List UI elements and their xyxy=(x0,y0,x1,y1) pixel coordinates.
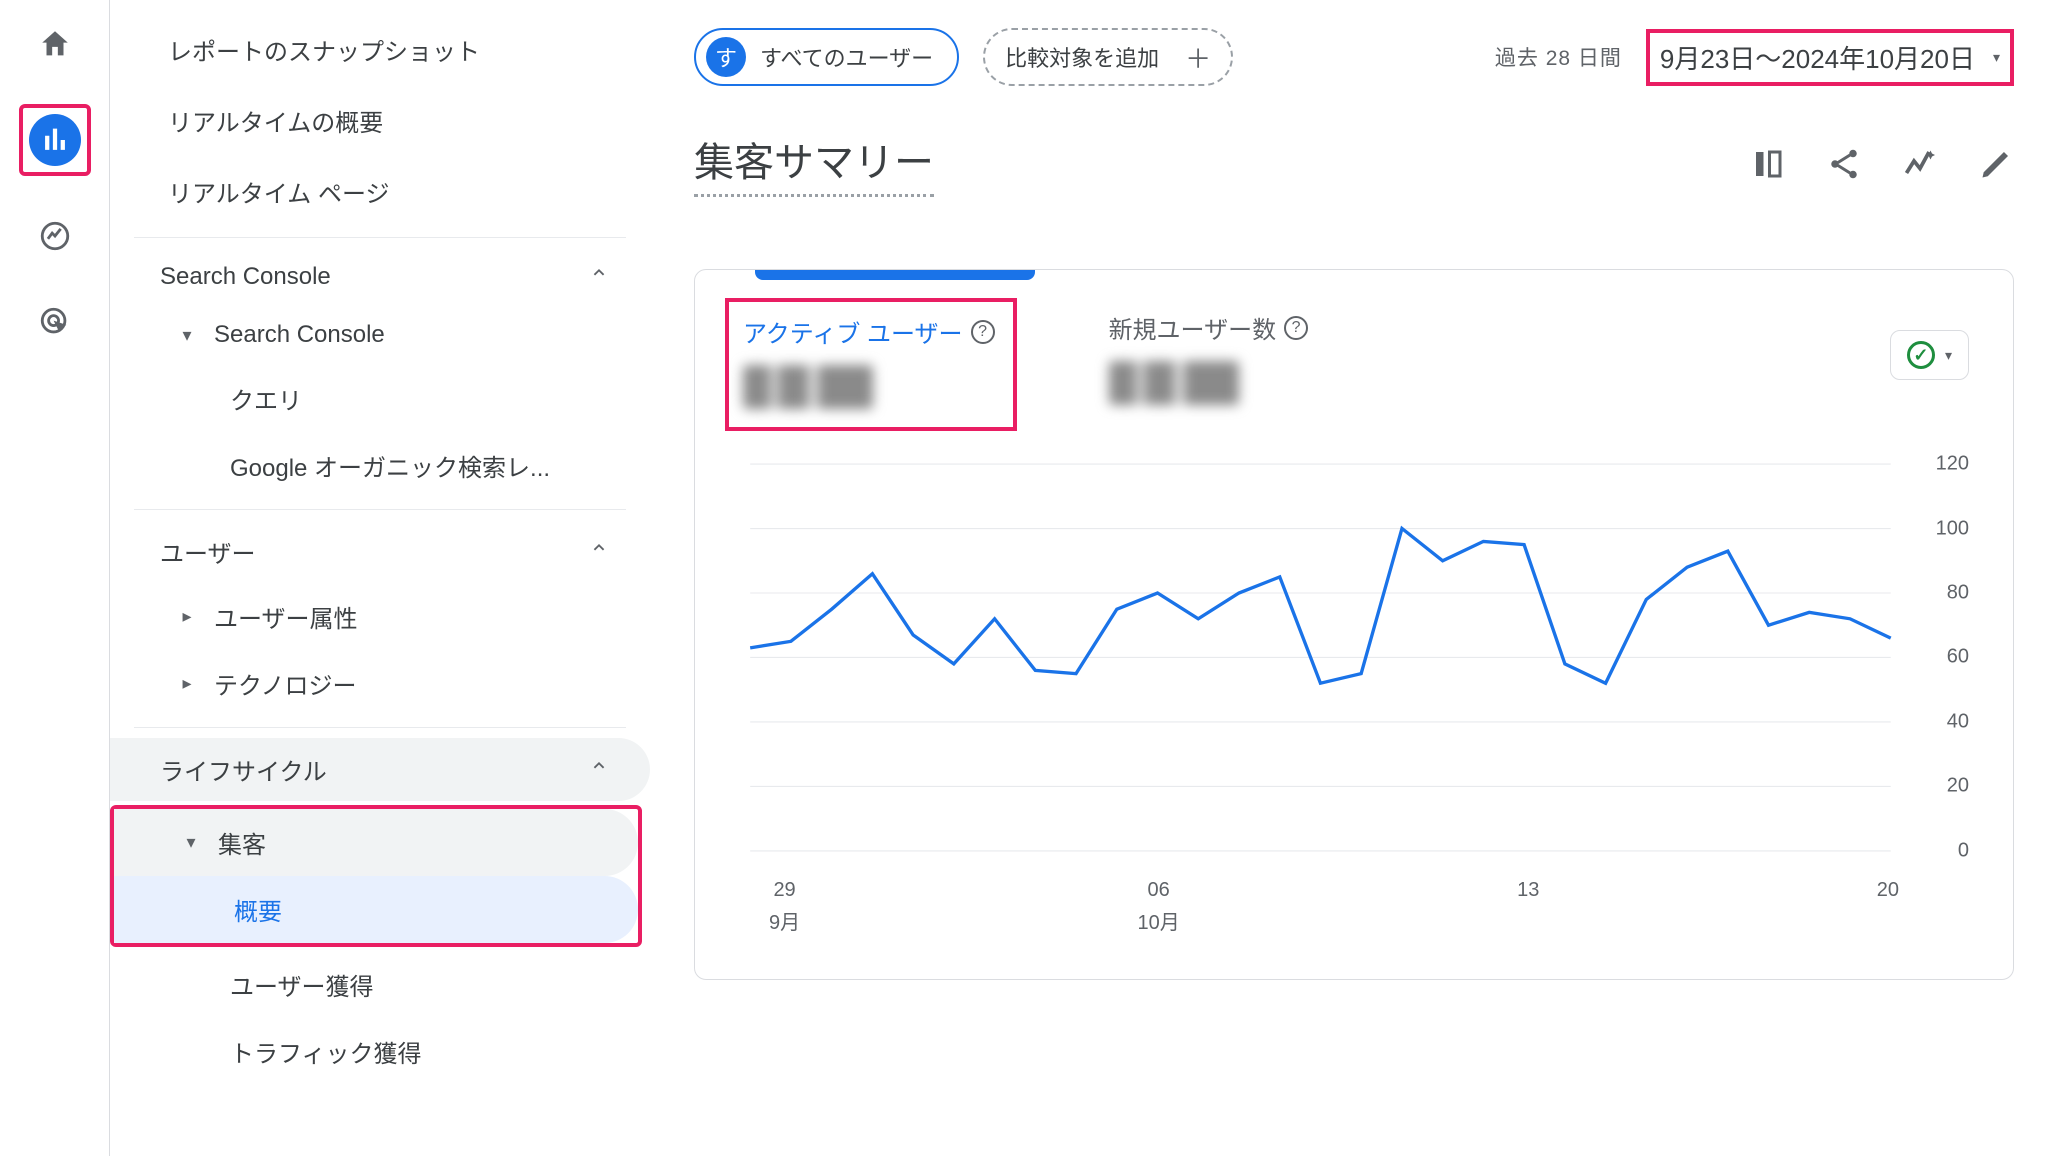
x-axis-ticks: 299月 0610月 13 20 xyxy=(769,879,1899,935)
caret-down-icon: ▾ xyxy=(1945,347,1952,364)
caret-down-icon: ▾ xyxy=(1993,49,2000,66)
sidebar-snapshot[interactable]: レポートのスナップショット xyxy=(110,14,650,85)
x-tick-label: 20 xyxy=(1877,879,1899,935)
section-label: Search Console xyxy=(160,263,331,291)
add-comparison[interactable]: 比較対象を追加 ＋ xyxy=(983,28,1233,86)
chevron-up-icon xyxy=(588,537,610,566)
add-comparison-label: 比較対象を追加 xyxy=(1005,41,1159,73)
section-user[interactable]: ユーザー xyxy=(110,520,650,583)
columns-icon xyxy=(1750,146,1786,182)
leaf-organic-search[interactable]: Google オーガニック検索レ... xyxy=(110,432,650,499)
title-row: 集客サマリー xyxy=(694,130,2014,197)
metric-value-redacted xyxy=(1109,361,1239,405)
sidebar-realtime-overview[interactable]: リアルタイムの概要 xyxy=(110,85,650,156)
metric-label: 新規ユーザー数 ? xyxy=(1109,310,1309,345)
section-label: ユーザー xyxy=(160,534,256,569)
leaf-traffic-acquisition[interactable]: トラフィック獲得 xyxy=(110,1018,650,1085)
metrics-row: アクティブ ユーザー ? 新規ユーザー数 ? xyxy=(739,310,1969,413)
caret-down-icon: ▾ xyxy=(180,325,194,346)
x-tick-label: 299月 xyxy=(769,879,800,935)
sub-acquisition[interactable]: ▾ 集客 xyxy=(114,809,638,876)
metric-label-text: アクティブ ユーザー xyxy=(743,314,963,349)
help-icon[interactable]: ? xyxy=(971,320,995,344)
help-icon[interactable]: ? xyxy=(1284,316,1308,340)
y-tick-label: 40 xyxy=(1947,710,1969,733)
home-icon xyxy=(38,27,72,61)
section-lifecycle[interactable]: ライフサイクル xyxy=(110,738,650,801)
sub-technology[interactable]: ▸ テクノロジー xyxy=(110,650,650,717)
sparkle-trend-icon xyxy=(1902,146,1938,182)
segment-avatar: す xyxy=(706,37,746,77)
share-icon xyxy=(1826,146,1862,182)
acquisition-highlight: ▾ 集客 概要 xyxy=(110,805,642,947)
sub-search-console[interactable]: ▾ Search Console xyxy=(110,305,650,365)
sub-label: ユーザー属性 xyxy=(214,599,358,634)
caret-down-icon: ▾ xyxy=(184,832,198,853)
metric-active-users[interactable]: アクティブ ユーザー ? xyxy=(743,314,995,409)
rail-explore[interactable] xyxy=(29,210,81,262)
metric-label-text: 新規ユーザー数 xyxy=(1109,310,1277,345)
metric-new-users[interactable]: 新規ユーザー数 ? xyxy=(1109,310,1309,405)
leaf-acquisition-overview[interactable]: 概要 xyxy=(114,876,638,943)
y-tick-label: 80 xyxy=(1947,581,1969,604)
active-tab-indicator xyxy=(755,270,1035,280)
rail-home[interactable] xyxy=(29,18,81,70)
date-prefix: 過去 28 日間 xyxy=(1495,42,1622,72)
sub-label: テクノロジー xyxy=(214,666,357,701)
plus-icon: ＋ xyxy=(1185,39,1211,76)
line-chart: 0 20 40 60 80 100 120 xyxy=(739,453,1969,873)
segment-label: すべてのユーザー xyxy=(760,41,933,73)
metric-label: アクティブ ユーザー ? xyxy=(743,314,995,349)
sub-label: 集客 xyxy=(218,825,266,860)
caret-right-icon: ▸ xyxy=(180,673,194,694)
leaf-user-acquisition[interactable]: ユーザー獲得 xyxy=(110,951,650,1018)
section-label: ライフサイクル xyxy=(160,752,327,787)
action-icons xyxy=(1750,146,2014,182)
sidebar-realtime-pages[interactable]: リアルタイム ページ xyxy=(110,156,650,227)
x-tick-label: 13 xyxy=(1517,879,1539,935)
sub-user-attributes[interactable]: ▸ ユーザー属性 xyxy=(110,583,650,650)
y-tick-label: 0 xyxy=(1958,839,1969,862)
page-title: 集客サマリー xyxy=(694,130,934,197)
share-button[interactable] xyxy=(1826,146,1862,182)
overview-card: ✓ ▾ アクティブ ユーザー ? 新規ユーザー数 ? xyxy=(694,269,2014,980)
metric-value-redacted xyxy=(743,365,873,409)
divider xyxy=(134,727,626,728)
date-range-text: 9月23日～2024年10月20日 xyxy=(1660,39,1975,76)
insights-button[interactable] xyxy=(1902,146,1938,182)
date-range-picker[interactable]: 9月23日～2024年10月20日 ▾ xyxy=(1646,29,2014,86)
icon-rail xyxy=(0,0,110,1156)
divider xyxy=(134,509,626,510)
y-tick-label: 120 xyxy=(1936,453,1969,476)
top-row: す すべてのユーザー 比較対象を追加 ＋ 過去 28 日間 9月23日～2024… xyxy=(694,0,2014,86)
bar-chart-icon xyxy=(38,123,72,157)
section-search-console[interactable]: Search Console xyxy=(110,248,650,305)
pencil-icon xyxy=(1978,146,2014,182)
report-sidebar: レポートのスナップショット リアルタイムの概要 リアルタイム ページ Searc… xyxy=(110,0,650,1156)
y-tick-label: 20 xyxy=(1947,775,1969,798)
sub-label: Search Console xyxy=(214,321,385,349)
active-users-highlight: アクティブ ユーザー ? xyxy=(725,298,1017,431)
rail-reports[interactable] xyxy=(29,114,81,166)
caret-right-icon: ▸ xyxy=(180,606,194,627)
edit-button[interactable] xyxy=(1978,146,2014,182)
compare-columns-button[interactable] xyxy=(1750,146,1786,182)
y-tick-label: 100 xyxy=(1936,517,1969,540)
chart-canvas xyxy=(739,453,1969,873)
x-tick-label: 0610月 xyxy=(1138,879,1180,935)
card-status-menu[interactable]: ✓ ▾ xyxy=(1890,330,1969,380)
trend-circle-icon xyxy=(38,219,72,253)
main-area: す すべてのユーザー 比較対象を追加 ＋ 過去 28 日間 9月23日～2024… xyxy=(650,0,2058,1156)
segment-all-users[interactable]: す すべてのユーザー xyxy=(694,28,959,86)
check-circle-icon: ✓ xyxy=(1907,341,1935,369)
chevron-up-icon xyxy=(588,262,610,291)
chevron-up-icon xyxy=(588,755,610,784)
rail-reports-highlight xyxy=(19,104,91,176)
divider xyxy=(134,237,626,238)
rail-advertising[interactable] xyxy=(29,296,81,348)
target-click-icon xyxy=(38,305,72,339)
y-tick-label: 60 xyxy=(1947,646,1969,669)
leaf-queries[interactable]: クエリ xyxy=(110,365,650,432)
